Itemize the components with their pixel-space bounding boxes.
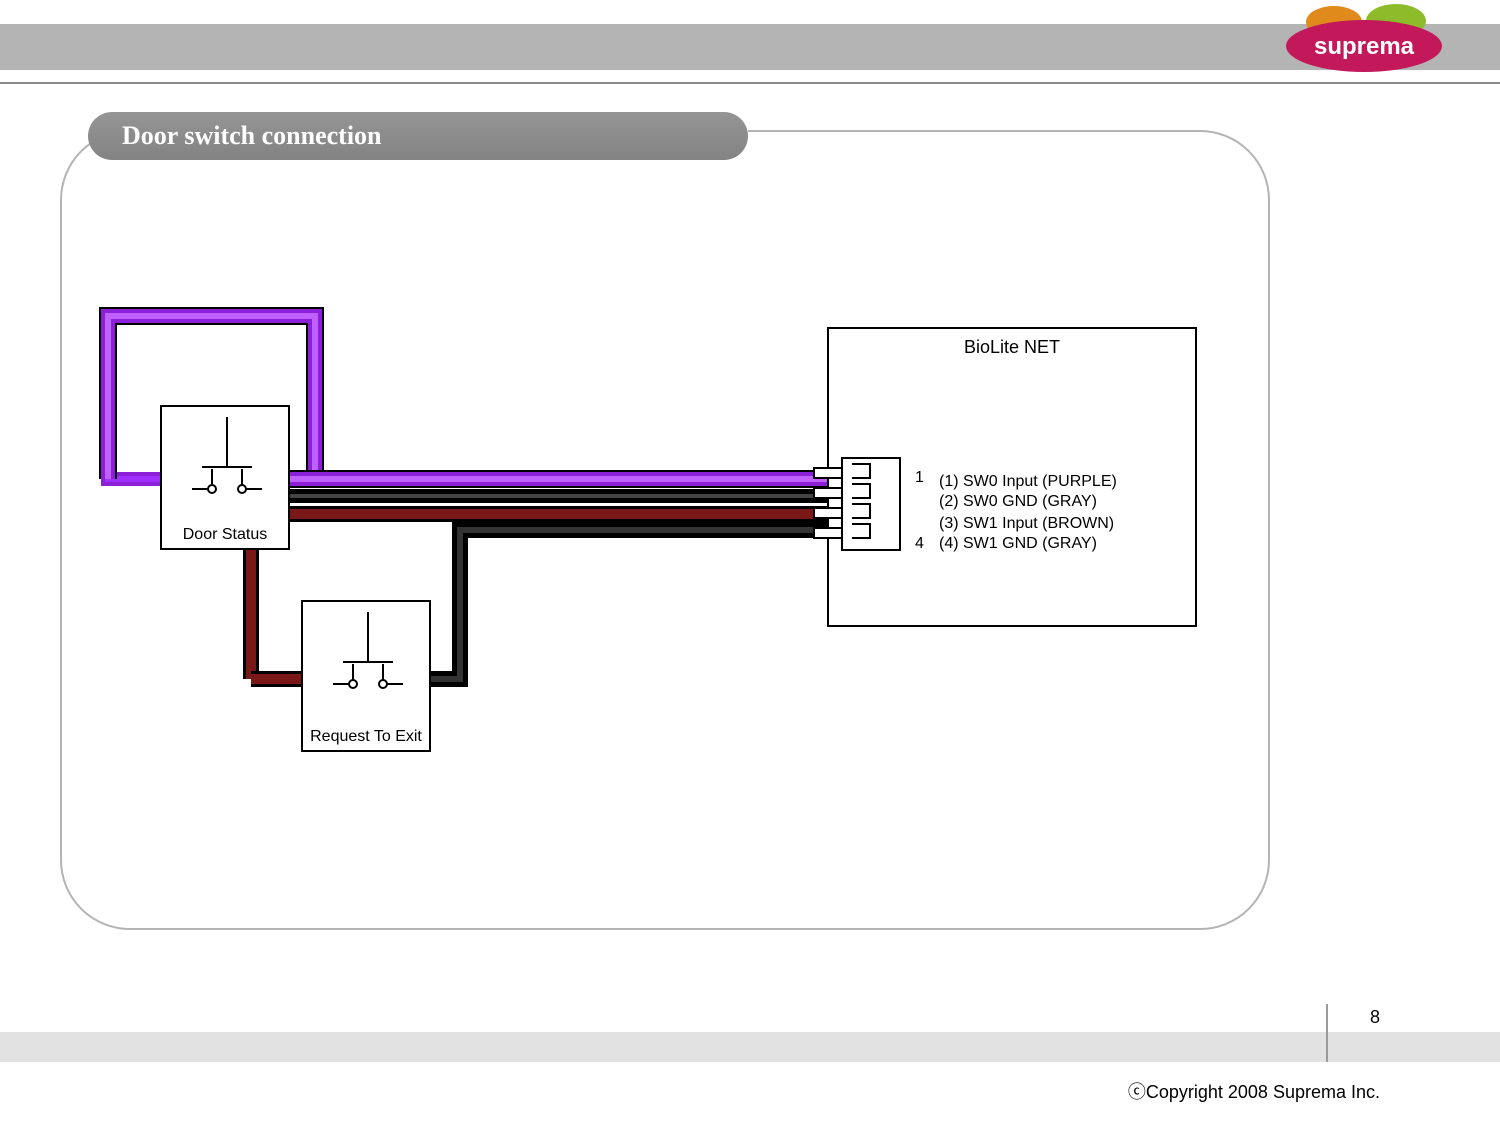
copyright-text: ⓒCopyright 2008 Suprema Inc. (1128, 1078, 1380, 1104)
suprema-logo: suprema (1264, 4, 1464, 74)
pin-2-label: (2) SW0 GND (GRAY) (939, 493, 1097, 511)
rte-label: Request To Exit (303, 728, 429, 746)
section-title-pill: Door switch connection (88, 112, 748, 160)
page-number: 8 (1370, 1007, 1380, 1028)
door-status-switch: Door Status (160, 405, 290, 550)
request-to-exit-switch: Request To Exit (301, 600, 431, 752)
section-title: Door switch connection (122, 121, 382, 151)
footer-bar (0, 1032, 1500, 1062)
pin-number-bottom: 4 (915, 535, 924, 553)
pin-1-label: (1) SW0 Input (PURPLE) (939, 473, 1117, 491)
svg-text:suprema: suprema (1314, 33, 1415, 60)
pin-4-label: (4) SW1 GND (GRAY) (939, 535, 1097, 553)
footer-divider (1326, 1004, 1328, 1062)
header-underline (0, 82, 1500, 84)
device-title: BioLite NET (829, 337, 1195, 358)
door-status-label: Door Status (162, 526, 288, 544)
connector-header-icon (812, 454, 912, 554)
pin-number-top: 1 (915, 469, 924, 487)
pin-3-label: (3) SW1 Input (BROWN) (939, 515, 1114, 533)
